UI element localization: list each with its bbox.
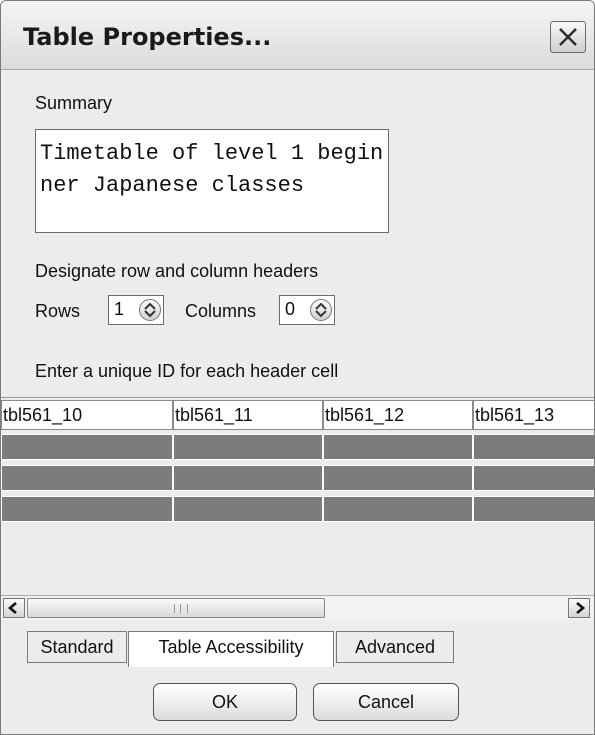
summary-label: Summary [35, 93, 113, 113]
scroll-left-button[interactable] [3, 598, 25, 618]
spin-up-down-icon [315, 302, 327, 318]
headers-label: Designate row and column headers [35, 261, 319, 281]
grid-cell [323, 434, 473, 460]
grid-cell [473, 434, 594, 460]
grid-cell [323, 496, 473, 522]
header-id-grid: tbl561_10 tbl561_11 tbl561_12 tbl561_13 [1, 397, 594, 620]
tab-advanced[interactable]: Advanced [336, 631, 454, 663]
header-id-cell[interactable]: tbl561_10 [1, 400, 173, 430]
scroll-grip [174, 604, 188, 613]
grid-cell [173, 434, 323, 460]
columns-spin-button[interactable] [310, 299, 332, 321]
ok-button[interactable]: OK [153, 683, 297, 721]
horizontal-scrollbar[interactable] [1, 595, 594, 620]
close-icon [559, 28, 577, 46]
cancel-button[interactable]: Cancel [313, 683, 459, 721]
rows-value[interactable]: 1 [114, 299, 124, 320]
table-properties-dialog: Table Properties... Summary Timetable of… [0, 0, 595, 735]
rows-label: Rows [35, 301, 81, 321]
rows-spin-button[interactable] [139, 299, 161, 321]
scroll-right-button[interactable] [568, 598, 590, 618]
columns-value[interactable]: 0 [285, 299, 295, 320]
summary-input[interactable]: Timetable of level 1 beginner Japanese c… [35, 129, 389, 233]
title-bar[interactable]: Table Properties... [1, 1, 594, 70]
grid-cell [1, 465, 173, 491]
grid-cell [1, 434, 173, 460]
ids-label: Enter a unique ID for each header cell [35, 361, 339, 381]
grid-cell [173, 465, 323, 491]
rows-stepper[interactable]: 1 [108, 295, 164, 325]
tab-table-accessibility[interactable]: Table Accessibility [128, 631, 334, 667]
header-id-cell[interactable]: tbl561_11 [173, 400, 323, 430]
grid-cell [173, 496, 323, 522]
chevron-right-icon [576, 602, 586, 614]
columns-stepper[interactable]: 0 [279, 295, 335, 325]
grid-cell [473, 496, 594, 522]
grid-cell [473, 465, 594, 491]
grid-cell [323, 465, 473, 491]
grid-cell [1, 496, 173, 522]
tab-standard[interactable]: Standard [27, 631, 127, 663]
header-id-cell[interactable]: tbl561_12 [323, 400, 473, 430]
scroll-thumb[interactable] [27, 598, 325, 618]
columns-label: Columns [185, 301, 257, 321]
header-id-cell[interactable]: tbl561_13 [473, 400, 594, 430]
dialog-title: Table Properties... [23, 23, 272, 51]
close-button[interactable] [550, 21, 586, 53]
chevron-left-icon [7, 602, 17, 614]
spin-up-down-icon [144, 302, 156, 318]
